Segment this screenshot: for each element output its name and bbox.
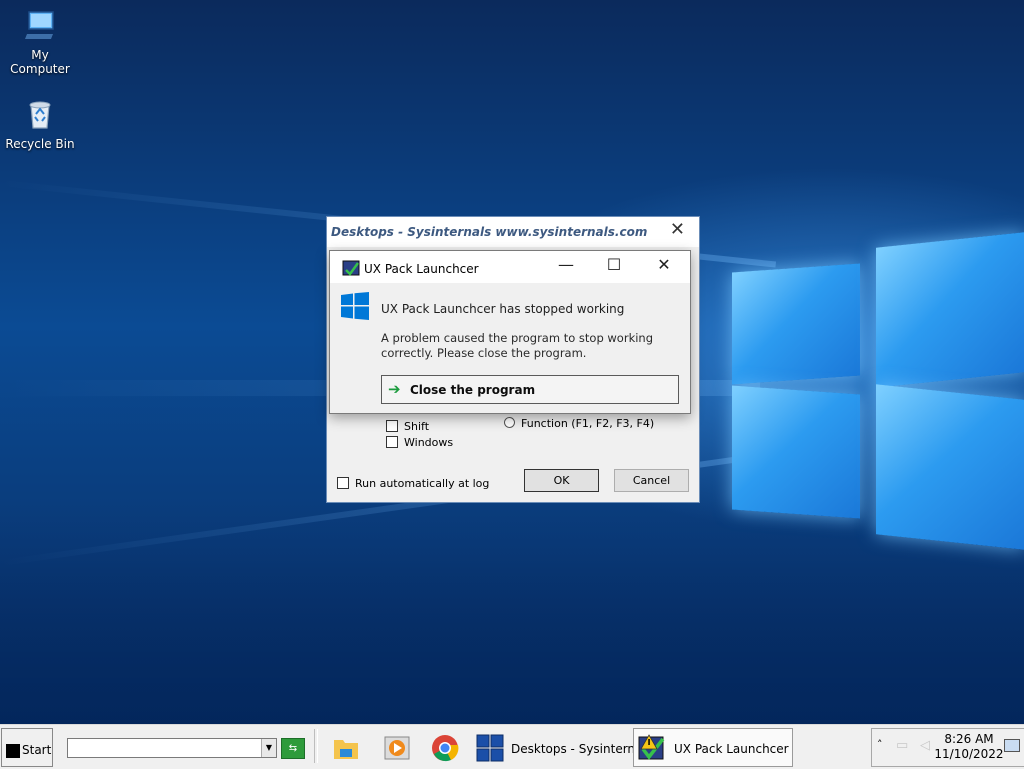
clock[interactable]: 8:26 AM 11/10/2022 [934,732,1004,762]
recycle-bin-icon [29,101,51,129]
chrome-button[interactable] [425,728,467,767]
checkbox-label: Windows [404,436,454,449]
chevron-up-icon[interactable]: ˄ [877,738,883,751]
chrome-icon [432,735,459,762]
crash-heading: UX Pack Launchcer has stopped working [381,302,625,316]
notification-icon[interactable] [1004,739,1020,752]
taskbar-button-ux-pack[interactable]: UX Pack Launchcer [633,728,793,767]
network-icon[interactable]: ▭ [896,738,908,753]
ux-pack-warning-icon [638,734,665,760]
checkbox-shift[interactable]: Shift [386,420,429,433]
checkbox-label: Run automatically at logon [355,477,489,490]
go-button[interactable]: ⇆ [281,738,305,759]
close-program-button[interactable]: ➔ Close the program [381,375,679,404]
cancel-button[interactable]: Cancel [614,469,689,492]
volume-icon[interactable]: ◁ [920,738,930,753]
maximize-icon[interactable]: ☐ [590,251,638,279]
computer-icon [25,11,54,39]
radio-label: Function (F1, F2, F3, F4) [521,417,655,430]
checkbox-label: Shift [404,420,430,433]
chevron-down-icon[interactable]: ▼ [261,739,276,757]
close-icon[interactable]: ✕ [640,251,688,279]
radio-button[interactable] [504,417,515,428]
ok-button[interactable]: OK [524,469,599,492]
run-combo-box[interactable]: ▼ [67,738,277,758]
clock-time: 8:26 AM [944,732,994,746]
desktops-grid-icon [476,734,504,762]
desktops-dialog-titlebar[interactable]: Desktops - Sysinternals www.sysinternals… [327,217,699,247]
checkbox-box[interactable] [386,436,398,448]
taskbar-button-label: UX Pack Launchcer [674,742,789,756]
crash-dialog: UX Pack Launchcer — ☐ ✕ UX Pack Launchce… [329,250,691,414]
checkbox-windows[interactable]: Windows [386,436,453,449]
crash-dialog-title: UX Pack Launchcer [364,262,479,276]
radio-function-keys[interactable]: Function (F1, F2, F3, F4) [504,417,654,430]
crash-dialog-titlebar[interactable]: UX Pack Launchcer — ☐ ✕ [330,251,690,283]
wallpaper-glow [0,500,1024,724]
wallpaper-window-pane [732,263,860,385]
minimize-icon[interactable]: — [542,251,590,279]
checkbox-run-at-logon[interactable]: Run automatically at logon [337,477,489,490]
clock-date: 11/10/2022 [934,747,1004,761]
checkbox-box[interactable] [386,420,398,432]
wallpaper-window-pane [732,385,860,519]
desktop-icon-label: Recycle Bin [5,137,75,151]
desktops-dialog-title: Desktops - Sysinternals www.sysinternals… [331,225,648,239]
taskbar: Start ▼ ⇆ Desktops - Sysintern... UX Pac… [0,724,1024,769]
wallpaper-window-pane [876,384,1024,550]
start-label: Start [22,743,52,757]
close-icon[interactable]: ✕ [670,219,685,240]
start-icon [6,744,20,758]
checkbox-box[interactable] [337,477,349,489]
taskbar-separator [314,729,318,763]
windows-logo-icon [341,292,369,320]
taskbar-button-label: Desktops - Sysintern... [511,742,647,756]
crash-description: A problem caused the program to stop wor… [381,331,654,360]
arrow-right-icon: ➔ [388,380,401,398]
media-player-icon [384,736,410,760]
desktop-icon-recycle-bin[interactable]: Recycle Bin [0,97,80,151]
folder-icon [334,740,358,759]
desktop-icon-my-computer[interactable]: My Computer [0,8,80,76]
desktop-icon-label: My Computer [10,48,70,76]
close-program-label: Close the program [410,383,536,397]
file-explorer-button[interactable] [325,728,367,767]
media-player-button[interactable] [376,728,418,767]
wallpaper-window-pane [876,232,1024,388]
taskbar-button-desktops[interactable]: Desktops - Sysintern... [472,728,646,767]
start-button[interactable]: Start [1,728,53,767]
app-icon [342,260,360,276]
